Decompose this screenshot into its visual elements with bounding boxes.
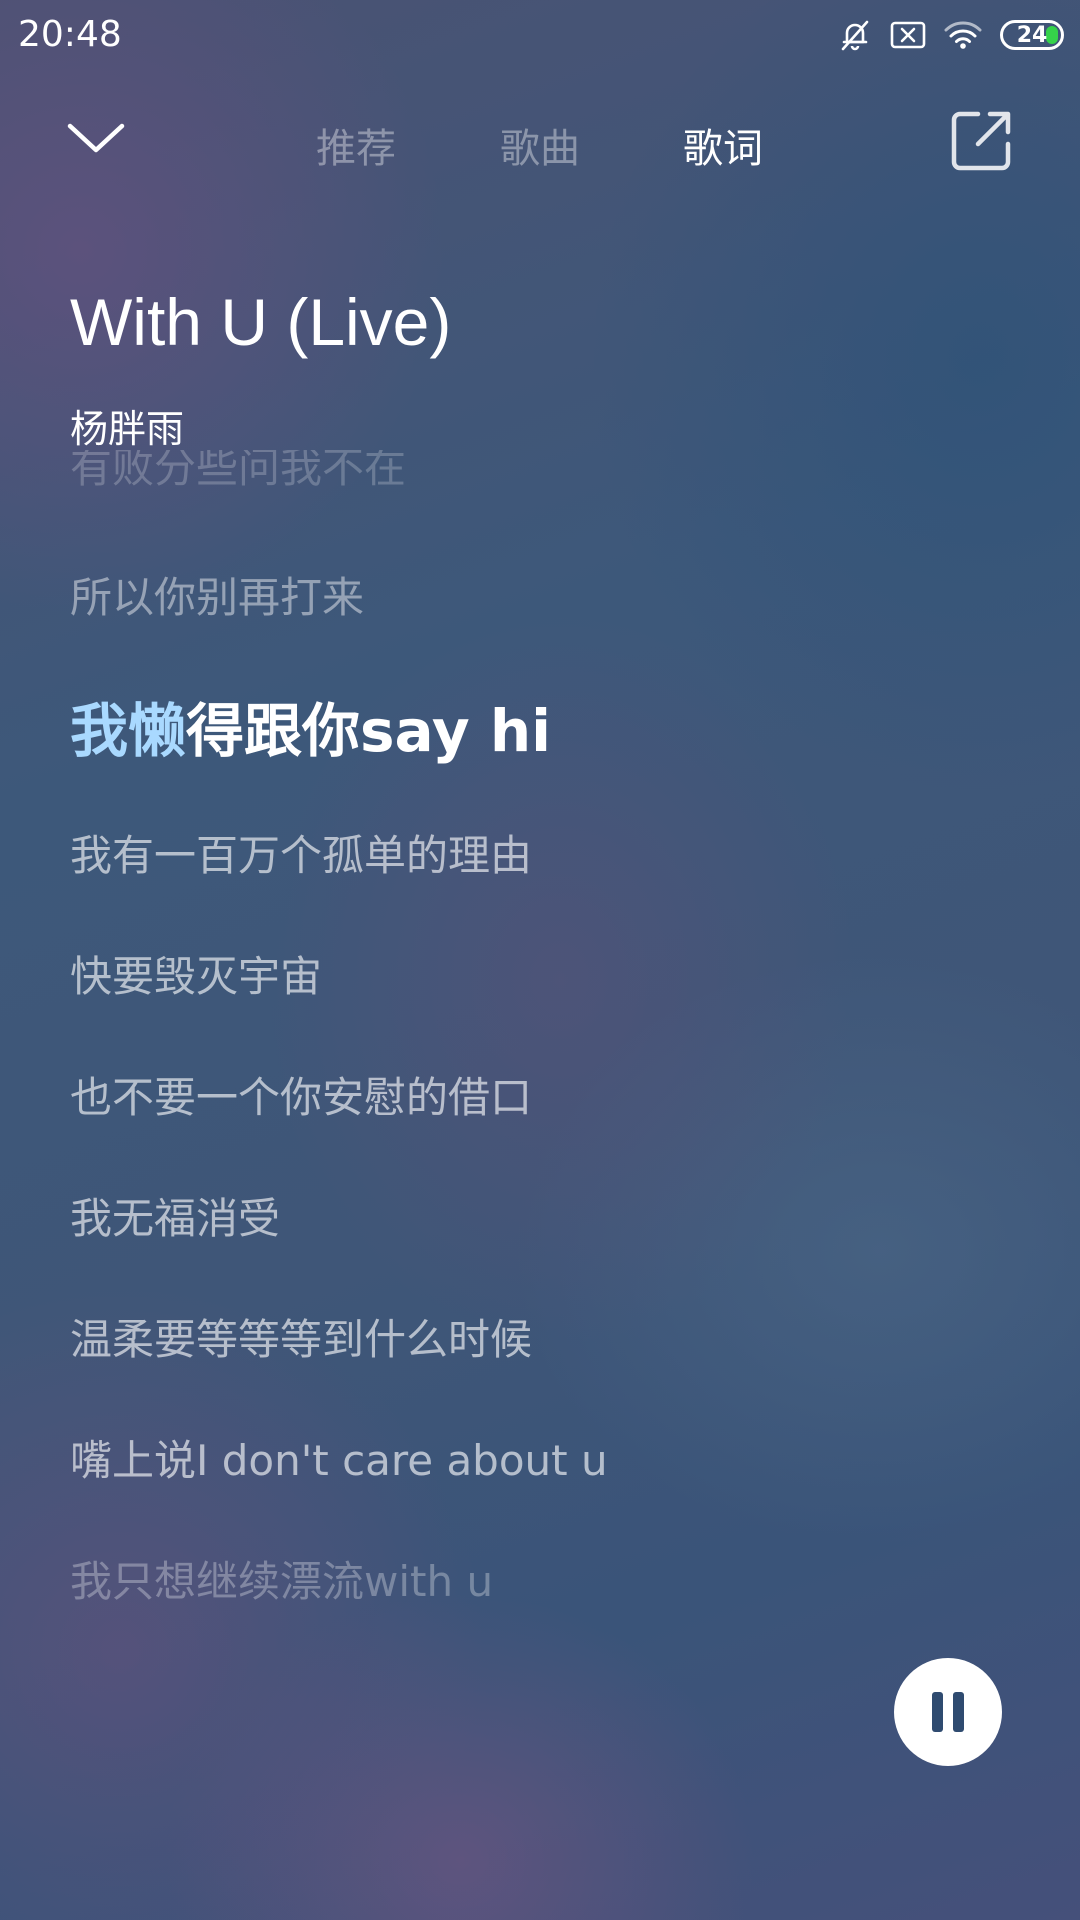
battery-icon: 24 (1000, 20, 1064, 50)
lyric-line: 温柔要等等等到什么时候 (70, 1315, 533, 1364)
tab-songs[interactable]: 歌曲 (500, 116, 580, 174)
pause-icon (932, 1692, 943, 1732)
lyric-line: 嘴上说I don't care about u (70, 1436, 608, 1485)
lyrics-panel[interactable]: 有败分些问我不在 所以你别再打来 我懒得跟你say hi 我有一百万个孤单的理由… (0, 450, 1080, 1630)
lyric-current-line: 我懒得跟你say hi (70, 684, 551, 768)
lyric-line: 我无福消受 (70, 1194, 281, 1243)
lyric-line: 我只想继续漂流with u (70, 1557, 494, 1606)
lyric-line: 也不要一个你安慰的借口 (70, 1073, 533, 1122)
pause-icon (953, 1692, 964, 1732)
sim-error-icon (890, 21, 926, 49)
tab-bar: 推荐 歌曲 歌词 (0, 116, 1080, 176)
status-bar: 20:48 24 (0, 0, 1080, 74)
lyric-sung-part: 我懒 (70, 697, 187, 765)
top-nav: 推荐 歌曲 歌词 (0, 90, 1080, 190)
lyric-line: 快要毁灭宇宙 (70, 952, 323, 1001)
bell-off-icon (838, 18, 872, 52)
song-artist[interactable]: 杨胖雨 (70, 398, 184, 453)
pause-button[interactable] (894, 1658, 1002, 1766)
share-icon[interactable] (948, 106, 1016, 174)
lyric-unsung-part: 得跟你say hi (186, 697, 552, 765)
lyric-line: 我有一百万个孤单的理由 (70, 831, 533, 880)
status-time: 20:48 (18, 14, 122, 55)
battery-level: 24 (1016, 22, 1048, 48)
song-title: With U (Live) (70, 285, 452, 359)
status-icons: 24 (838, 18, 1064, 52)
battery-fill (1046, 26, 1058, 44)
tab-recommend[interactable]: 推荐 (316, 116, 396, 174)
lyric-line: 有败分些问我不在 (70, 450, 407, 492)
lyric-line: 所以你别再打来 (70, 573, 365, 622)
tab-lyrics[interactable]: 歌词 (683, 116, 763, 174)
wifi-icon (944, 20, 982, 50)
